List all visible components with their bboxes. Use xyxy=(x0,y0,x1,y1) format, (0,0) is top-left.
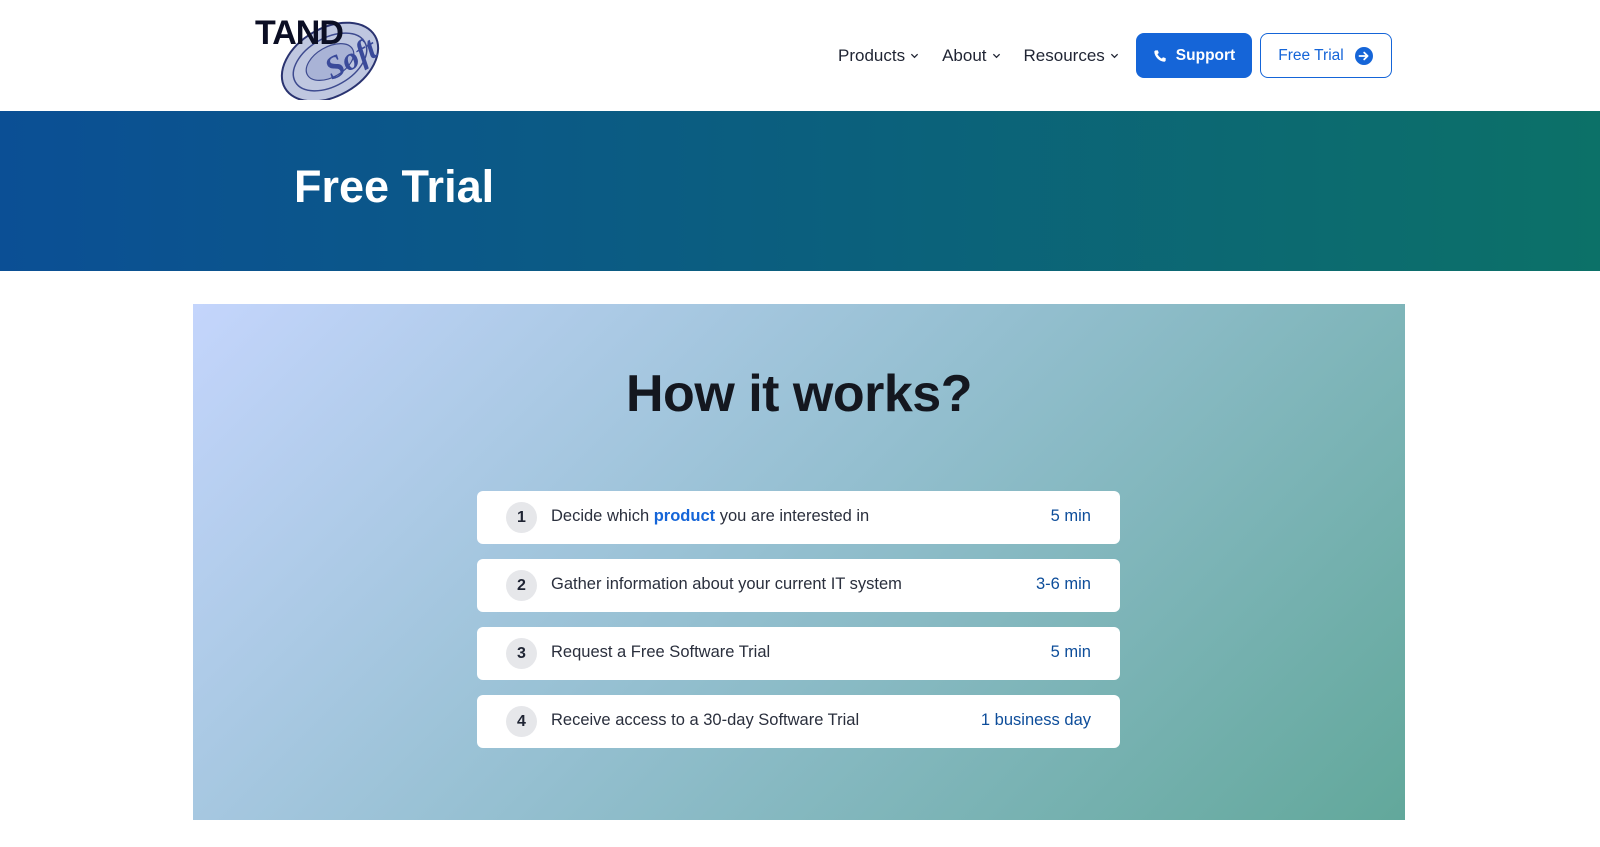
support-button[interactable]: Support xyxy=(1136,33,1252,78)
nav-products-label: Products xyxy=(838,45,906,65)
support-button-label: Support xyxy=(1175,46,1236,64)
chevron-down-icon xyxy=(910,53,919,59)
step-duration: 1 business day xyxy=(980,711,1091,729)
step-text-before: Decide which xyxy=(551,507,654,525)
step-duration: 5 min xyxy=(1050,643,1091,661)
tandsoft-logo-graphic: TAND Soft xyxy=(255,14,383,103)
arrow-right-circle-icon xyxy=(1354,46,1373,65)
step-item: 4 Receive access to a 30-day Software Tr… xyxy=(477,695,1120,748)
site-header: TAND Soft Products About Resources Suppo… xyxy=(0,0,1600,111)
step-description: Receive access to a 30-day Software Tria… xyxy=(551,711,860,729)
step-description: Request a Free Software Trial xyxy=(551,643,771,661)
step-text-after: you are interested in xyxy=(715,507,870,525)
step-number-badge: 3 xyxy=(506,638,537,669)
main-nav: Products About Resources xyxy=(838,33,1142,78)
product-link[interactable]: product xyxy=(654,507,715,525)
step-number-badge: 4 xyxy=(506,706,537,737)
hero-banner: Free Trial xyxy=(0,111,1600,271)
phone-icon xyxy=(1154,49,1166,62)
tandsoft-logo[interactable]: TAND Soft xyxy=(253,12,389,103)
nav-about[interactable]: About xyxy=(942,46,1000,66)
chevron-down-icon xyxy=(992,53,1000,59)
nav-resources-label: Resources xyxy=(1023,45,1105,65)
logo-text-main: TAND xyxy=(255,14,343,52)
free-trial-button[interactable]: Free Trial xyxy=(1260,33,1392,78)
step-duration: 3-6 min xyxy=(1035,575,1091,593)
step-description: Gather information about your current IT… xyxy=(551,575,902,593)
steps-list: 1 Decide which product you are intereste… xyxy=(477,491,1120,763)
step-item: 2 Gather information about your current … xyxy=(477,559,1120,612)
page-title: Free Trial xyxy=(294,161,495,212)
nav-resources[interactable]: Resources xyxy=(1024,46,1119,66)
step-description: Decide which product you are interested … xyxy=(551,507,869,526)
chevron-down-icon xyxy=(1110,53,1118,59)
step-number-badge: 2 xyxy=(506,570,537,601)
step-item: 1 Decide which product you are intereste… xyxy=(477,491,1120,544)
step-item: 3 Request a Free Software Trial 5 min xyxy=(477,627,1120,680)
how-it-works-title: How it works? xyxy=(626,365,972,423)
step-duration: 5 min xyxy=(1050,507,1091,525)
how-it-works-panel: How it works? 1 Decide which product you… xyxy=(193,304,1405,820)
nav-products[interactable]: Products xyxy=(838,46,919,66)
step-number-badge: 1 xyxy=(506,502,537,533)
free-trial-button-label: Free Trial xyxy=(1278,46,1344,64)
nav-about-label: About xyxy=(942,45,987,65)
